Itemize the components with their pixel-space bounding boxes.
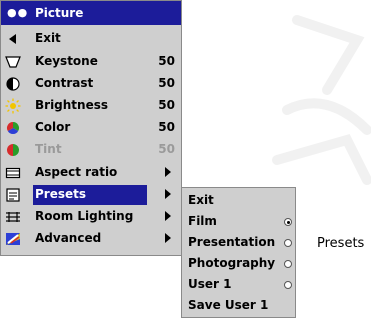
- menu-item-aspect-ratio[interactable]: Aspect ratio: [1, 162, 179, 184]
- radio-icon[interactable]: [284, 281, 292, 289]
- submenu-item-presentation[interactable]: Presentation: [182, 233, 295, 254]
- left-arrow-icon: [5, 31, 21, 47]
- menu-item-label: Room Lighting: [35, 209, 134, 223]
- menu-item-label: Color: [35, 120, 71, 134]
- radio-icon[interactable]: [284, 260, 292, 268]
- menu-item-label: Contrast: [35, 76, 94, 90]
- menu-item-tint: Tint 50: [1, 139, 179, 161]
- menu-item-label: Presets: [35, 187, 87, 201]
- presets-icon: [5, 187, 21, 203]
- callout-label: Presets: [317, 236, 365, 251]
- menu-item-label: Advanced: [35, 231, 102, 245]
- menu-title: Picture: [35, 6, 84, 20]
- submenu-arrow-icon: [165, 167, 171, 177]
- submenu-item-photography[interactable]: Photography: [182, 254, 295, 275]
- menu-item-brightness[interactable]: Brightness 50: [1, 95, 179, 117]
- submenu-arrow-icon: [165, 211, 171, 221]
- submenu-item-label: User 1: [188, 277, 232, 291]
- submenu-item-user-1[interactable]: User 1: [182, 275, 295, 296]
- menu-item-value: 50: [158, 120, 175, 134]
- menu-item-color[interactable]: Color 50: [1, 117, 179, 139]
- watermark: [257, 0, 371, 200]
- menu-item-value: 50: [158, 98, 175, 112]
- sun-icon: [5, 98, 21, 114]
- menu-item-value: 50: [158, 54, 175, 68]
- submenu-arrow-icon: [165, 233, 171, 243]
- menu-item-presets[interactable]: Presets: [1, 184, 179, 206]
- submenu-item-film[interactable]: Film: [182, 212, 295, 233]
- menu-item-keystone[interactable]: Keystone 50: [1, 51, 179, 73]
- submenu-arrow-icon: [165, 189, 171, 199]
- menu-item-exit[interactable]: Exit: [1, 28, 179, 50]
- submenu-item-label: Presentation: [188, 235, 276, 249]
- radio-selected-icon[interactable]: [284, 218, 292, 226]
- picture-menu: ●● Picture Exit Keystone 50 Contrast 50: [0, 0, 182, 256]
- submenu-item-exit[interactable]: Exit: [182, 191, 295, 212]
- menu-item-advanced[interactable]: Advanced: [1, 228, 179, 250]
- menu-item-value: 50: [158, 76, 175, 90]
- menu-item-value: 50: [158, 142, 175, 156]
- menu-item-label: Tint: [35, 142, 62, 156]
- radio-icon[interactable]: [284, 239, 292, 247]
- submenu-item-save-user-1[interactable]: Save User 1: [182, 296, 295, 317]
- menu-item-contrast[interactable]: Contrast 50: [1, 73, 179, 95]
- menu-item-label: Exit: [35, 31, 61, 45]
- menu-header: ●● Picture: [1, 1, 181, 25]
- submenu-item-label: Photography: [188, 256, 276, 270]
- room-lighting-icon: [5, 209, 21, 225]
- menu-item-label: Brightness: [35, 98, 109, 112]
- menu-item-room-lighting[interactable]: Room Lighting: [1, 206, 179, 228]
- advanced-icon: [5, 231, 21, 247]
- color-wheel-icon: [5, 120, 21, 136]
- menu-dots-icon: ●●: [7, 6, 29, 19]
- menu-item-label: Aspect ratio: [35, 165, 118, 179]
- submenu-item-label: Exit: [188, 193, 214, 207]
- submenu-item-label: Save User 1: [188, 298, 269, 312]
- contrast-icon: [5, 76, 21, 92]
- presets-submenu: Exit Film Presentation Photography User …: [181, 187, 296, 318]
- tint-icon: [5, 142, 21, 158]
- aspect-ratio-icon: [5, 165, 21, 181]
- menu-item-label: Keystone: [35, 54, 98, 68]
- keystone-icon: [5, 54, 21, 70]
- submenu-item-label: Film: [188, 214, 217, 228]
